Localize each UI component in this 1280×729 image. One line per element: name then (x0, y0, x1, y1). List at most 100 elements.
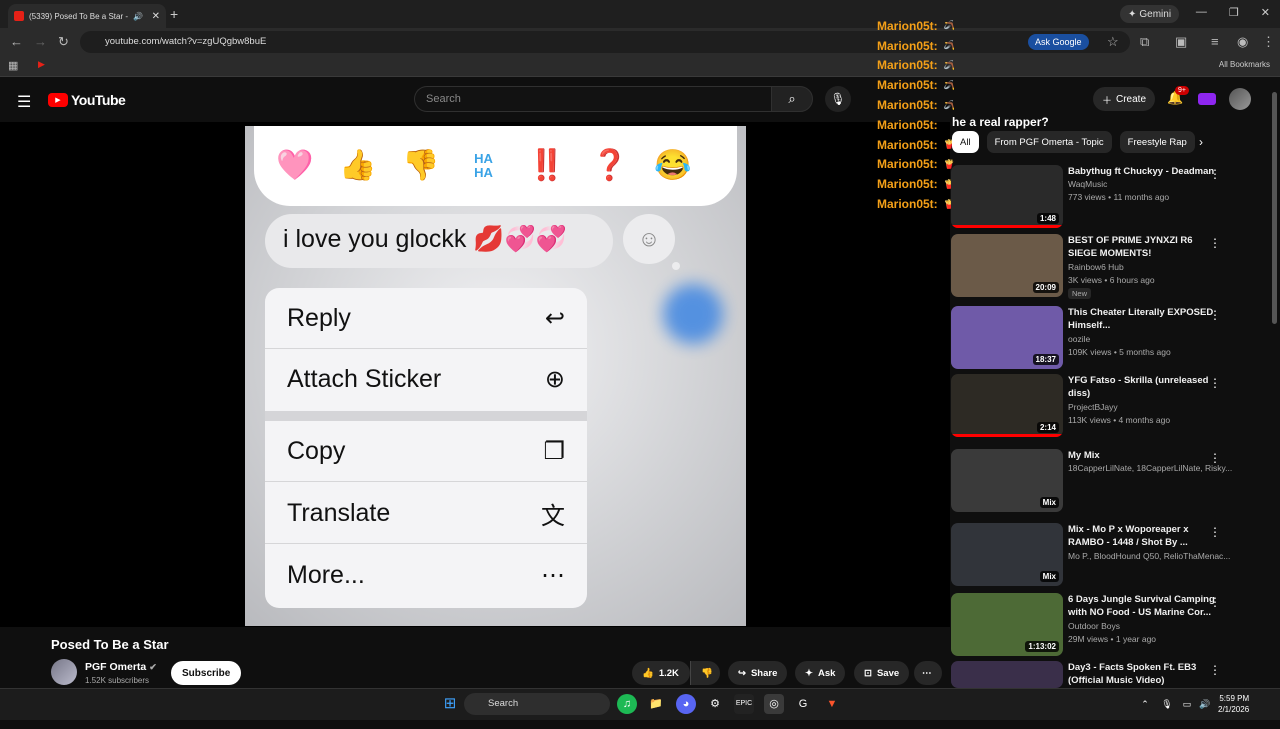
more-options-icon[interactable]: ⋮ (1209, 308, 1221, 322)
ask-button[interactable]: ✦ Ask (795, 661, 846, 685)
recommendation-title[interactable]: Mix - Mo P x Woporeaper x RAMBO - 1448 /… (1068, 523, 1223, 549)
recommendation-channel[interactable]: Rainbow6 Hub (1068, 262, 1124, 272)
recommendation-title[interactable]: This Cheater Literally EXPOSED Himself..… (1068, 306, 1223, 332)
steam-icon[interactable]: ⚙ (705, 694, 725, 714)
scrollbar[interactable] (1272, 92, 1277, 324)
recommendation-channel[interactable]: 18CapperLilNate, 18CapperLilNate, Risky.… (1068, 463, 1232, 473)
chrome-icon[interactable]: ◎ (764, 694, 784, 714)
video-thumbnail[interactable]: 1:48 (951, 165, 1063, 228)
more-actions-button[interactable]: ⋯ (914, 661, 942, 685)
minimize-icon[interactable]: — (1196, 6, 1207, 19)
recommendation-title[interactable]: YFG Fatso - Skrilla (unreleased diss) (1068, 374, 1223, 400)
channel-avatar[interactable] (51, 659, 77, 685)
app-icon[interactable]: G (793, 694, 813, 714)
brave-icon[interactable]: ▼ (822, 694, 842, 714)
forward-icon[interactable]: → (34, 34, 47, 49)
recommendation-channel[interactable]: ProjectBJayy (1068, 402, 1118, 412)
recommendation-item[interactable]: Mix Mix - Mo P x Woporeaper x RAMBO - 144… (951, 523, 1251, 591)
search-button[interactable]: ⌕ (771, 86, 813, 112)
volume-icon[interactable]: 🔊 (1195, 694, 1215, 714)
search-input[interactable]: Search (414, 86, 771, 112)
video-thumbnail[interactable] (951, 661, 1063, 688)
window-controls: — ❐ ✕ (1196, 6, 1270, 19)
video-thumbnail[interactable]: Mix (951, 523, 1063, 586)
spotify-icon[interactable]: ♫ (617, 694, 637, 714)
recommendation-item[interactable]: 2:14 YFG Fatso - Skrilla (unreleased diss… (951, 374, 1251, 442)
menu-dots-icon[interactable]: ⋮ (1262, 34, 1275, 50)
chat-username: Marion05t: (877, 38, 938, 53)
mic-tray-icon[interactable]: 🎙 (1157, 694, 1177, 714)
recommendation-item[interactable]: 1:48 Babythug ft Chuckyy - Deadman WaqMusi… (951, 165, 1251, 233)
recommendation-channel[interactable]: WaqMusic (1068, 179, 1107, 189)
hamburger-menu-icon[interactable]: ☰ (17, 92, 31, 112)
more-options-icon[interactable]: ⋮ (1209, 451, 1221, 465)
chips-next-icon[interactable]: › (1199, 135, 1203, 149)
video-thumbnail[interactable]: 1:13:02 (951, 593, 1063, 656)
video-thumbnail[interactable]: 20:09 (951, 234, 1063, 297)
reload-icon[interactable]: ↻ (58, 34, 69, 50)
more-options-icon[interactable]: ⋮ (1209, 663, 1221, 677)
video-thumbnail[interactable]: 2:14 (951, 374, 1063, 437)
sidepanel-icon[interactable]: ▣ (1175, 34, 1187, 50)
premium-icon[interactable] (1198, 93, 1216, 105)
gemini-button[interactable]: ✦ Gemini (1120, 5, 1180, 23)
account-avatar[interactable] (1229, 88, 1251, 110)
recommendation-title[interactable]: BEST OF PRIME JYNXZI R6 SIEGE MOMENTS! (1068, 234, 1223, 260)
recommendation-title[interactable]: 6 Days Jungle Survival Camping with NO F… (1068, 593, 1223, 619)
profile-icon[interactable]: ◉ (1237, 34, 1248, 50)
back-icon[interactable]: ← (10, 34, 23, 49)
subscribe-button[interactable]: Subscribe (171, 661, 242, 685)
video-thumbnail[interactable]: 18:37 (951, 306, 1063, 369)
channel-name[interactable]: PGF Omerta ✔ (85, 661, 157, 673)
save-button[interactable]: ⊡ Save (854, 661, 910, 685)
voice-search-button[interactable]: 🎙 (825, 86, 851, 112)
all-bookmarks[interactable]: All Bookmarks (1219, 60, 1270, 69)
network-icon[interactable]: ▭ (1177, 694, 1197, 714)
recommendation-item[interactable]: Mix My Mix 18CapperLilNate, 18CapperLilNat… (951, 449, 1251, 517)
more-options-icon[interactable]: ⋮ (1209, 595, 1221, 609)
create-button[interactable]: ＋ Create (1093, 87, 1156, 111)
dislike-button[interactable]: 👎 (690, 661, 720, 685)
tray-chevron-icon[interactable]: ⌃ (1135, 694, 1155, 714)
video-frame[interactable]: 🩷 👍 👎 HA HA ‼️ ❓ 😂 i love you glockk 💋💞💞… (245, 126, 746, 626)
apps-grid-icon[interactable]: ▦ (8, 59, 18, 72)
more-options-icon[interactable]: ⋮ (1209, 167, 1221, 181)
extensions-icon[interactable]: ⧉ (1140, 34, 1149, 50)
close-tab-icon[interactable]: ✕ (152, 11, 160, 22)
maximize-icon[interactable]: ❐ (1229, 6, 1239, 19)
more-options-icon[interactable]: ⋮ (1209, 376, 1221, 390)
chip-from-channel[interactable]: From PGF Omerta - Topic (986, 131, 1112, 153)
recommendation-channel[interactable]: Mo P., BloodHound Q50, RelioThaMenac... (1068, 551, 1230, 561)
epic-games-icon[interactable]: EPIC (734, 694, 754, 714)
recommendation-title[interactable]: My Mix (1068, 449, 1223, 462)
close-window-icon[interactable]: ✕ (1261, 6, 1270, 19)
chip-all[interactable]: All (952, 131, 979, 153)
file-explorer-icon[interactable]: 📁 (646, 694, 666, 714)
more-options-icon[interactable]: ⋮ (1209, 236, 1221, 250)
youtube-bookmark-icon[interactable]: ▶ (38, 59, 45, 70)
video-thumbnail[interactable]: Mix (951, 449, 1063, 512)
youtube-logo[interactable]: ▶ YouTube (48, 92, 126, 108)
chip-freestyle-rap[interactable]: Freestyle Rap (1119, 131, 1195, 153)
recommendation-item[interactable]: 1:13:02 6 Days Jungle Survival Camping wi… (951, 593, 1251, 661)
system-clock[interactable]: 5:59 PM 2/1/2026 (1218, 693, 1249, 715)
more-options-icon[interactable]: ⋮ (1209, 525, 1221, 539)
share-button[interactable]: ↪ Share (728, 661, 788, 685)
recommendation-channel[interactable]: Outdoor Boys (1068, 621, 1120, 631)
recommendation-title[interactable]: Babythug ft Chuckyy - Deadman (1068, 165, 1223, 178)
windows-start-icon[interactable]: ⊞ (440, 694, 460, 714)
recommendation-item[interactable]: 18:37 This Cheater Literally EXPOSED Hims… (951, 306, 1251, 374)
recommendation-channel[interactable]: oozile (1068, 334, 1090, 344)
browser-tab[interactable]: (5339) Posed To Be a Star - 🔊 ✕ (8, 4, 166, 28)
translate-icon: 文 (541, 502, 565, 530)
recommendation-item[interactable]: 20:09 BEST OF PRIME JYNXZI R6 SIEGE MOMEN… (951, 234, 1251, 302)
discord-icon[interactable]: ◕ (676, 694, 696, 714)
like-button[interactable]: 👍 1.2K (632, 661, 690, 685)
bookmark-star-icon[interactable]: ☆ (1107, 34, 1119, 50)
new-tab-button[interactable]: + (170, 6, 178, 22)
taskbar-search[interactable]: Search (464, 693, 610, 715)
duration-badge: 20:09 (1032, 282, 1059, 293)
recommendation-title[interactable]: Day3 - Facts Spoken Ft. EB3 (Official Mu… (1068, 661, 1223, 687)
media-icon[interactable]: ≡ (1211, 34, 1219, 49)
speaker-icon[interactable]: 🔊 (133, 12, 143, 21)
